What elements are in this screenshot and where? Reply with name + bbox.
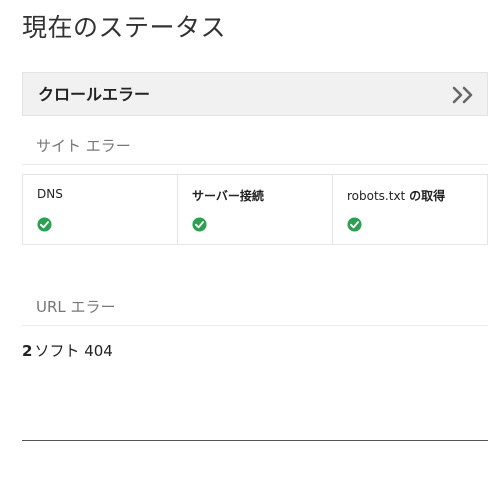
url-error-type: ソフト 404 — [34, 342, 113, 360]
url-errors-section-label: URL エラー — [36, 298, 116, 316]
check-circle-icon — [37, 217, 52, 232]
site-error-label: DNS — [37, 187, 63, 201]
double-chevron-right-icon[interactable] — [451, 84, 477, 106]
url-error-count: 2 — [22, 342, 33, 360]
crawl-errors-label: クロールエラー — [38, 85, 151, 104]
crawl-errors-header[interactable]: クロールエラー — [22, 72, 488, 116]
site-error-server-connection: サーバー接続 — [178, 175, 333, 244]
divider — [22, 325, 488, 326]
page-title: 現在のステータス — [22, 13, 227, 42]
site-error-label: サーバー接続 — [192, 189, 264, 203]
check-circle-icon — [192, 217, 207, 232]
url-error-soft-404[interactable]: 2 ソフト 404 — [22, 338, 113, 364]
site-errors-grid: DNS サーバー接続 robots.txt の取得 — [22, 174, 488, 245]
site-error-label: robots.txt の取得 — [347, 189, 446, 203]
site-errors-section-label: サイト エラー — [36, 137, 131, 155]
bottom-divider — [22, 440, 488, 441]
site-error-dns: DNS — [23, 175, 178, 244]
site-error-robots-fetch: robots.txt の取得 — [333, 175, 487, 244]
divider — [22, 164, 488, 165]
check-circle-icon — [347, 217, 362, 232]
